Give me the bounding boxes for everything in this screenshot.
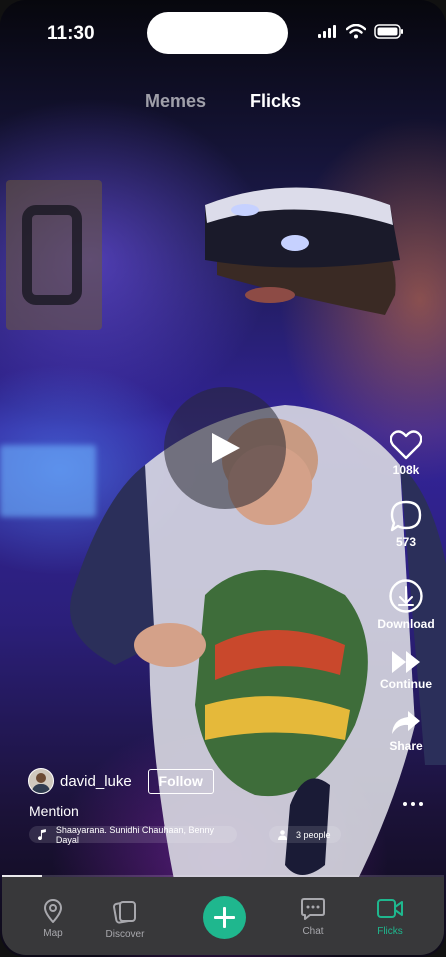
nav-map-label: Map (43, 928, 63, 939)
comment-count: 573 (395, 535, 417, 549)
nav-flicks[interactable]: Flicks (355, 897, 425, 937)
download-label: Download (377, 617, 435, 631)
map-pin-icon (44, 899, 62, 923)
status-icons (318, 24, 404, 39)
fast-forward-icon (392, 651, 420, 673)
tab-flicks[interactable]: Flicks (250, 91, 301, 112)
more-dot-icon (411, 802, 415, 806)
music-pill[interactable]: Shaayarana. Sunidhi Chauhaan, Benny Daya… (29, 824, 237, 845)
more-options-button[interactable] (403, 802, 423, 806)
status-bar: 11:30 (0, 0, 446, 60)
nav-chat-label: Chat (302, 926, 324, 937)
nav-flicks-label: Flicks (377, 926, 403, 937)
avatar-body (32, 784, 50, 793)
avatar-head (36, 773, 46, 783)
heart-icon (390, 430, 422, 460)
nav-map[interactable]: Map (18, 899, 88, 939)
continue-label: Continue (380, 677, 432, 691)
post-caption[interactable]: Mention (29, 803, 79, 819)
play-icon (212, 433, 240, 463)
status-time: 11:30 (47, 23, 95, 44)
like-count: 108k (392, 463, 420, 477)
phone-screen: 11:30 Memes Flicks 108k 573 Download Con… (0, 0, 446, 957)
download-button[interactable]: Download (366, 578, 446, 631)
music-note-icon (38, 829, 46, 840)
post-author: david_luke Follow (28, 768, 214, 794)
battery-icon (374, 24, 403, 39)
comment-bubble-icon (390, 500, 422, 532)
share-button[interactable]: Share (366, 710, 446, 753)
avatar[interactable] (28, 768, 54, 794)
username[interactable]: david_luke (60, 773, 132, 790)
comment-button[interactable]: 573 (366, 500, 446, 549)
create-post-button[interactable] (203, 896, 246, 939)
music-track: Shaayarana. Sunidhi Chauhaan, Benny Daya… (55, 824, 214, 845)
wifi-icon (346, 24, 366, 39)
tab-memes[interactable]: Memes (145, 91, 206, 112)
dynamic-island (147, 12, 288, 54)
like-button[interactable]: 108k (366, 430, 446, 477)
follow-button[interactable]: Follow (147, 768, 214, 794)
video-camera-icon (377, 899, 403, 918)
nav-chat[interactable]: Chat (278, 897, 348, 937)
continue-button[interactable]: Continue (366, 650, 446, 691)
discover-cards-icon (113, 901, 136, 924)
chat-icon (301, 898, 325, 920)
feed-tabs: Memes Flicks (0, 91, 446, 112)
download-icon (389, 579, 423, 613)
tagged-people-pill[interactable]: 3 people (269, 826, 341, 843)
share-arrow-icon (392, 711, 420, 734)
people-count: 3 people (296, 829, 331, 840)
person-icon (278, 829, 287, 840)
nav-discover[interactable]: Discover (90, 899, 160, 940)
more-dot-icon (403, 802, 407, 806)
nav-discover-label: Discover (105, 929, 145, 940)
cellular-signal-icon (318, 25, 336, 38)
share-label: Share (389, 739, 423, 753)
more-dot-icon (419, 802, 423, 806)
bottom-navigation: Map Discover Chat Flicks (2, 877, 444, 955)
play-button[interactable] (164, 387, 286, 509)
